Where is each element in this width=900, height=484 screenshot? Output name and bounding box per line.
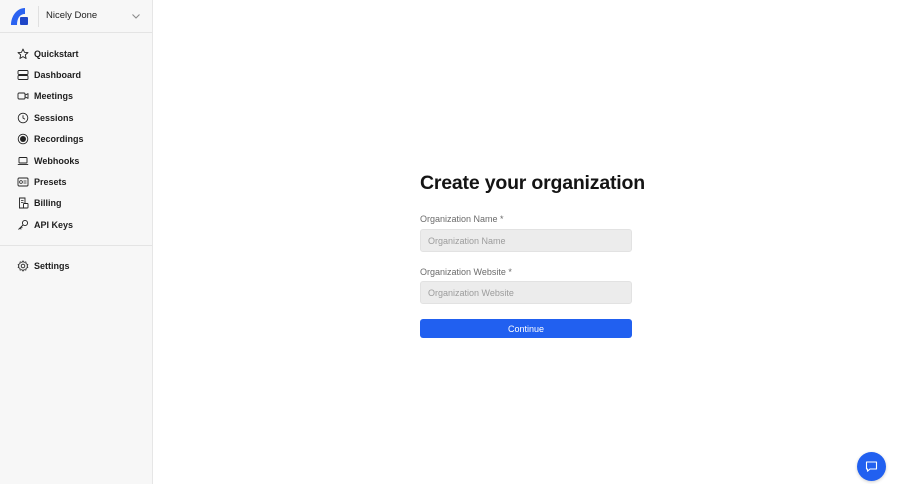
presets-icon: [17, 177, 29, 187]
sidebar-item-webhooks[interactable]: Webhooks: [0, 150, 152, 171]
org-switcher[interactable]: Nicely Done: [0, 0, 152, 33]
sidebar-item-label: API Keys: [34, 219, 74, 230]
sidebar-item-api-keys[interactable]: API Keys: [0, 214, 152, 235]
org-name-label: Organization Name *: [420, 214, 504, 224]
sidebar-item-presets[interactable]: Presets: [0, 171, 152, 192]
sidebar-item-label: Settings: [34, 260, 70, 271]
logo-icon: [11, 8, 28, 25]
sidebar-item-recordings[interactable]: Recordings: [0, 129, 152, 150]
sidebar-item-quickstart[interactable]: Quickstart: [0, 43, 152, 64]
gear-icon: [17, 260, 29, 272]
sidebar-divider: [0, 245, 152, 246]
sidebar-nav: Quickstart Dashboard Meetings Sessions R…: [0, 43, 152, 236]
key-icon: [18, 219, 29, 230]
clock-icon: [17, 112, 29, 124]
laptop-icon: [17, 156, 29, 165]
sidebar-item-label: Quickstart: [34, 48, 79, 59]
org-name: Nicely Done: [46, 10, 98, 21]
dashboard-icon: [17, 70, 29, 81]
sidebar-item-label: Meetings: [34, 91, 74, 102]
sidebar-item-label: Recordings: [34, 134, 84, 145]
sidebar-item-label: Sessions: [34, 112, 74, 123]
video-camera-icon: [17, 93, 29, 100]
sidebar-item-dashboard[interactable]: Dashboard: [0, 64, 152, 85]
org-name-input[interactable]: [420, 229, 632, 252]
chevron-down-icon[interactable]: [131, 11, 141, 21]
chat-support-button[interactable]: [857, 452, 886, 481]
record-icon: [17, 133, 29, 145]
continue-button[interactable]: Continue: [420, 319, 632, 338]
sidebar: Nicely Done Quickstart Dashboard Meeting…: [0, 0, 153, 484]
page-title: Create your organization: [420, 172, 645, 194]
sidebar-item-billing[interactable]: Billing: [0, 193, 152, 214]
sidebar-item-sessions[interactable]: Sessions: [0, 107, 152, 128]
sidebar-item-label: Presets: [34, 177, 67, 188]
header-divider: [38, 6, 39, 27]
org-website-input[interactable]: [420, 281, 632, 304]
sidebar-settings-section: Settings: [0, 255, 152, 276]
billing-icon: [19, 197, 29, 209]
sidebar-item-meetings[interactable]: Meetings: [0, 86, 152, 107]
chat-icon: [865, 461, 878, 472]
sidebar-item-label: Dashboard: [34, 70, 82, 81]
sidebar-item-settings[interactable]: Settings: [0, 255, 152, 276]
sidebar-item-label: Webhooks: [34, 155, 80, 166]
star-icon: [17, 48, 29, 59]
sidebar-item-label: Billing: [34, 198, 62, 209]
org-website-label: Organization Website *: [420, 267, 512, 277]
